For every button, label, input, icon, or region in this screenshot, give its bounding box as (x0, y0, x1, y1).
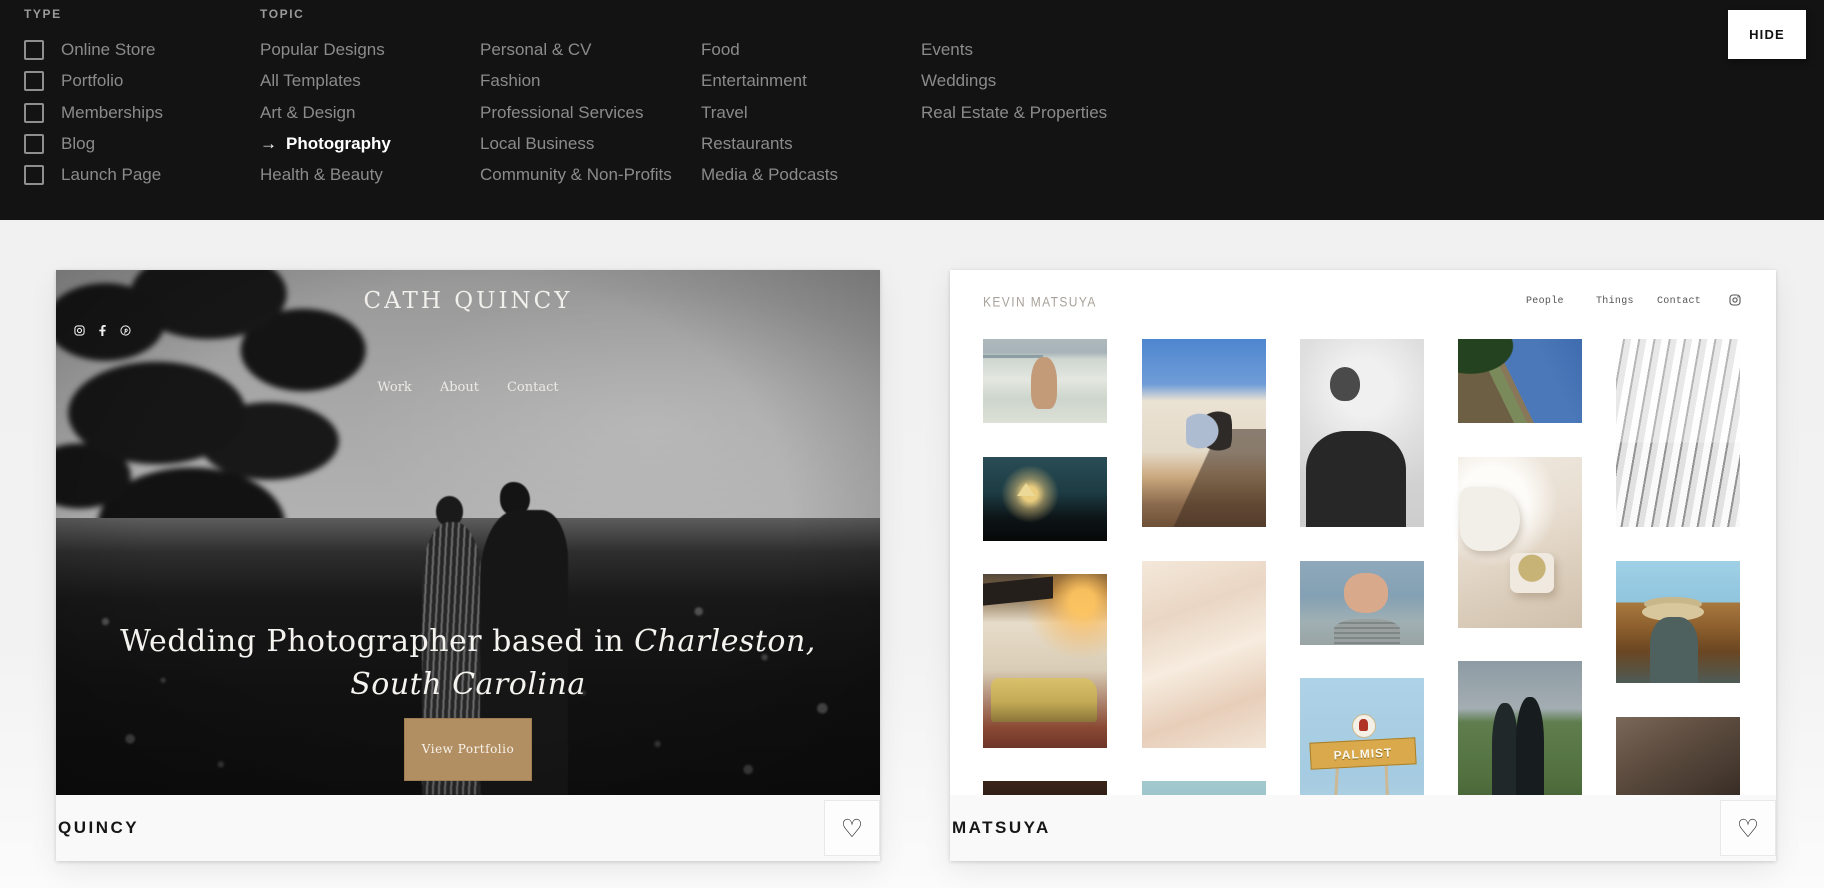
blog-checkbox[interactable] (24, 134, 44, 154)
photo-dark-portrait (983, 781, 1107, 795)
topic-link-weddings[interactable]: Weddings (921, 72, 996, 90)
photo-tea-pour (1458, 457, 1582, 628)
quincy-social-icons (74, 325, 131, 336)
quincy-card-footer: QUINCY ♡ (56, 795, 880, 861)
palmist-sign-text: PALMIST (1333, 745, 1392, 762)
right-arrow-icon: → (260, 135, 277, 153)
photo-hat-dunes (1616, 561, 1740, 683)
quincy-preview-nav: Work About Contact (56, 380, 880, 395)
type-filter-label: Online Store (61, 40, 156, 60)
template-name-quincy: QUINCY (58, 818, 139, 838)
matsuya-nav-people: People (1526, 296, 1564, 307)
memberships-checkbox[interactable] (24, 103, 44, 123)
photo-bark-texture (1616, 717, 1740, 795)
topic-link-fashion[interactable]: Fashion (480, 72, 540, 90)
photo-palmist-sign: PALMIST (1300, 678, 1424, 795)
topic-link-entertainment[interactable]: Entertainment (701, 72, 807, 90)
photo-couple-in-field (1458, 661, 1582, 795)
matsuya-nav-things: Things (1596, 296, 1634, 307)
topic-link-photography-active[interactable]: → Photography (260, 135, 391, 153)
photo-lamp-room (983, 457, 1107, 541)
photo-teal-water (1142, 781, 1266, 795)
hide-filters-button[interactable]: HIDE (1728, 10, 1806, 59)
photo-wall-climb (1142, 339, 1266, 527)
template-card-quincy: CATH QUINCY Work About Contact Wedding P… (56, 270, 880, 861)
hero-line-1: Wedding Photographer based in Charleston… (56, 620, 880, 663)
topic-link-professional-services[interactable]: Professional Services (480, 104, 643, 122)
type-filter-label: Memberships (61, 103, 163, 123)
topic-link-real-estate[interactable]: Real Estate & Properties (921, 104, 1107, 122)
palmist-hand-emblem (1352, 714, 1376, 738)
type-section-heading: TYPE (24, 7, 62, 21)
favorite-button-matsuya[interactable]: ♡ (1720, 800, 1776, 856)
matsuya-template-preview[interactable]: KEVIN MATSUYA People Things Contact PALM… (950, 270, 1776, 795)
topic-link-travel[interactable]: Travel (701, 104, 748, 122)
template-name-matsuya: MATSUYA (952, 818, 1051, 838)
matsuya-nav-contact: Contact (1657, 296, 1701, 307)
type-filter-blog[interactable]: Blog (24, 135, 95, 153)
launch-page-checkbox[interactable] (24, 165, 44, 185)
template-filter-bar: TYPE Online Store Portfolio Memberships … (0, 0, 1824, 220)
topic-link-local-business[interactable]: Local Business (480, 135, 594, 153)
topic-section-heading: TOPIC (260, 7, 304, 21)
template-card-matsuya: KEVIN MATSUYA People Things Contact PALM… (950, 270, 1776, 861)
instagram-icon (1729, 294, 1741, 306)
palmist-sign-board: PALMIST (1309, 737, 1416, 770)
quincy-nav-contact: Contact (507, 380, 559, 395)
online-store-checkbox[interactable] (24, 40, 44, 60)
heart-icon: ♡ (1737, 814, 1759, 843)
favorite-button-quincy[interactable]: ♡ (824, 800, 880, 856)
photo-pink-travertine (1142, 561, 1266, 748)
quincy-site-logo: CATH QUINCY (56, 288, 880, 314)
topic-link-health-beauty[interactable]: Health & Beauty (260, 166, 383, 184)
type-filter-launch-page[interactable]: Launch Page (24, 166, 161, 184)
heart-icon: ♡ (841, 814, 863, 843)
topic-link-media-podcasts[interactable]: Media & Podcasts (701, 166, 838, 184)
photo-beach-splash (983, 339, 1107, 423)
type-filter-label: Portfolio (61, 71, 123, 91)
topic-link-popular-designs[interactable]: Popular Designs (260, 41, 385, 59)
quincy-nav-work: Work (377, 380, 411, 395)
photo-white-bleachers (1616, 339, 1740, 527)
topic-link-personal-cv[interactable]: Personal & CV (480, 41, 592, 59)
pinterest-icon (120, 325, 131, 336)
topic-link-restaurants[interactable]: Restaurants (701, 135, 793, 153)
type-filter-memberships[interactable]: Memberships (24, 104, 163, 122)
portfolio-checkbox[interactable] (24, 71, 44, 91)
matsuya-card-footer: MATSUYA ♡ (950, 795, 1776, 861)
matsuya-site-logo: KEVIN MATSUYA (983, 294, 1097, 310)
type-filter-label: Blog (61, 134, 95, 154)
photo-hands-on-face (1300, 561, 1424, 645)
topic-link-events[interactable]: Events (921, 41, 973, 59)
instagram-icon (74, 325, 85, 336)
quincy-view-portfolio-button: View Portfolio (404, 718, 532, 781)
hero-line-2: South Carolina (56, 663, 880, 706)
topic-link-art-design[interactable]: Art & Design (260, 104, 355, 122)
type-filter-label: Launch Page (61, 165, 161, 185)
type-filter-portfolio[interactable]: Portfolio (24, 72, 123, 90)
quincy-template-preview[interactable]: CATH QUINCY Work About Contact Wedding P… (56, 270, 880, 795)
facebook-icon (98, 325, 107, 336)
quincy-hero-heading: Wedding Photographer based in Charleston… (56, 620, 880, 781)
type-filter-online-store[interactable]: Online Store (24, 41, 156, 59)
photo-vintage-car-sunset (983, 574, 1107, 748)
topic-link-community-nonprofits[interactable]: Community & Non-Profits (480, 166, 672, 184)
active-topic-label: Photography (286, 134, 391, 153)
photo-cliff-blue-sky (1458, 339, 1582, 423)
quincy-nav-about: About (440, 380, 479, 395)
photo-man-pouring-water (1300, 339, 1424, 527)
topic-link-food[interactable]: Food (701, 41, 740, 59)
topic-link-all-templates[interactable]: All Templates (260, 72, 361, 90)
